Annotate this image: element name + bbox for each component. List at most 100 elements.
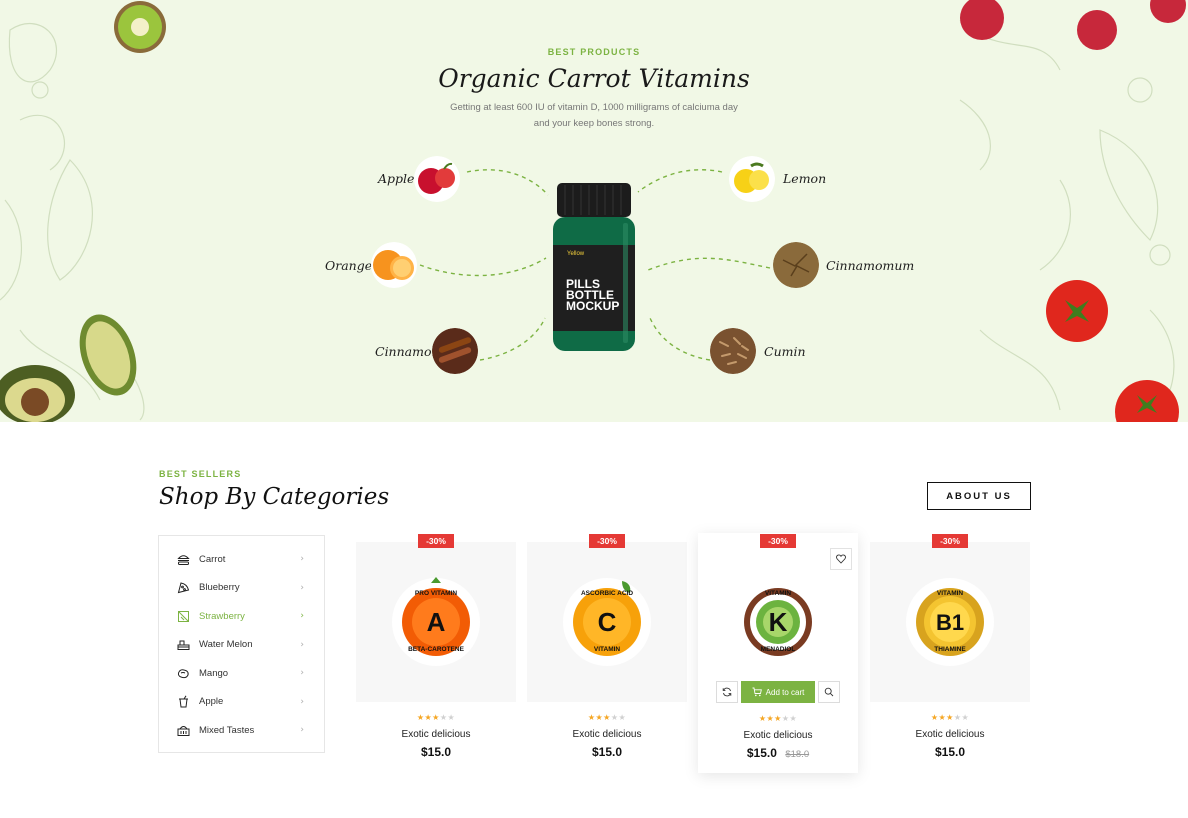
vitamin-label-top: PRO VITAMIN	[414, 590, 458, 597]
price-row: $15.0	[356, 743, 516, 761]
quick-view-button[interactable]	[818, 681, 840, 703]
discount-badge: -30%	[418, 534, 454, 548]
pizza-icon	[176, 581, 190, 595]
product-card[interactable]: -30% A PRO VITAMIN BETA-CAROTENE ★★★★★ E…	[356, 533, 516, 773]
category-item-carrot[interactable]: Carrot ›	[159, 545, 324, 574]
product-name[interactable]: Exotic delicious	[356, 729, 516, 740]
product-price: $15.0	[934, 745, 966, 759]
category-item-mango[interactable]: Mango ›	[159, 659, 324, 688]
product-price: $15.0	[746, 746, 777, 760]
product-card[interactable]: -30% C ASCORBIC ACID VITAMIN ★★★★★ Exoti…	[527, 533, 687, 773]
category-label: Blueberry	[199, 582, 240, 594]
vitamin-label-top: ASCORBIC ACID	[580, 590, 634, 597]
vitamin-letter: C	[597, 607, 617, 637]
cinnamon-icon	[432, 328, 478, 374]
category-item-mixed-tastes[interactable]: Mixed Tastes ›	[159, 716, 324, 745]
hero-eyebrow: BEST PRODUCTS	[547, 47, 641, 57]
compare-button[interactable]	[716, 681, 738, 703]
chevron-right-icon: ›	[300, 611, 304, 622]
vitamin-label-bottom: VITAMIN	[593, 646, 621, 653]
ingredient-label-cumin: Cumin	[764, 344, 806, 359]
product-price: $15.0	[591, 745, 623, 759]
cinnamomum-icon	[773, 242, 819, 288]
product-image[interactable]: A PRO VITAMIN BETA-CAROTENE	[356, 542, 516, 702]
product-actions: Add to cart	[716, 681, 840, 703]
ingredient-label-orange: Orange	[325, 258, 373, 273]
hero-title: Organic Carrot Vitamins	[438, 64, 750, 93]
ingredient-label-apple: Apple	[378, 171, 415, 186]
category-label: Mixed Tastes	[199, 724, 255, 736]
bottle-label: PILLS BOTTLE MOCKUP	[566, 278, 620, 313]
watermelon-icon	[176, 638, 190, 652]
hero-subtitle-line1: Getting at least 600 IU of vitamin D, 10…	[450, 102, 738, 113]
rating-stars: ★★★★★	[930, 713, 970, 722]
apple-icon	[414, 156, 460, 202]
ingredient-label-cinnamon: Cinnamon	[375, 344, 440, 359]
lemon-icon	[729, 156, 775, 202]
sellers-eyebrow: BEST SELLERS	[159, 469, 242, 479]
product-name[interactable]: Exotic delicious	[698, 730, 858, 741]
category-label: Mango	[199, 667, 229, 679]
section-title: Shop By Categories	[159, 484, 390, 510]
rating-stars: ★★★★★	[416, 713, 456, 722]
chevron-right-icon: ›	[300, 696, 304, 707]
product-name[interactable]: Exotic delicious	[870, 729, 1030, 740]
product-name[interactable]: Exotic delicious	[527, 729, 687, 740]
chevron-right-icon: ›	[300, 582, 304, 593]
refresh-icon	[722, 687, 732, 697]
orange-icon	[371, 242, 417, 288]
category-label: Apple	[199, 696, 224, 708]
cumin-icon	[710, 328, 756, 374]
discount-badge: -30%	[932, 534, 968, 548]
pill-bottle-image: Yellow PILLS BOTTLE MOCKUP	[553, 183, 635, 351]
discount-badge: -30%	[760, 534, 796, 548]
price-row: $15.0 $18.0	[698, 744, 858, 762]
drink-icon	[176, 695, 190, 709]
vitamin-label-bottom: THIAMINE	[934, 646, 966, 653]
vitamin-label-bottom: BETA-CAROTENE	[408, 646, 464, 653]
vitamin-label-top: VITAMIN	[936, 590, 964, 597]
search-icon	[824, 687, 834, 697]
category-label: Carrot	[199, 553, 226, 565]
category-item-water-melon[interactable]: Water Melon ›	[159, 631, 324, 660]
category-item-blueberry[interactable]: Blueberry ›	[159, 574, 324, 603]
bottle-brand: Yellow	[567, 251, 585, 257]
product-old-price: $18.0	[785, 749, 810, 760]
burger-icon	[176, 552, 190, 566]
chevron-right-icon: ›	[300, 725, 304, 736]
mango-icon	[176, 666, 190, 680]
product-price: $15.0	[420, 745, 452, 759]
rating-stars: ★★★★★	[587, 713, 627, 722]
add-to-cart-button[interactable]: Add to cart	[741, 681, 815, 703]
category-list: Carrot › Blueberry › Strawberry › Water …	[158, 535, 325, 753]
vitamin-letter: B1	[935, 610, 965, 635]
vitamin-letter: A	[426, 607, 446, 637]
product-image[interactable]: C ASCORBIC ACID VITAMIN	[527, 542, 687, 702]
wishlist-button[interactable]	[830, 548, 852, 570]
add-to-cart-label: Add to cart	[765, 687, 805, 697]
hero-subtitle-line2: and your keep bones strong.	[533, 118, 655, 129]
category-label: Strawberry	[199, 610, 245, 622]
price-row: $15.0	[870, 743, 1030, 761]
about-us-button[interactable]: ABOUT US	[927, 482, 1031, 510]
category-item-apple[interactable]: Apple ›	[159, 688, 324, 717]
chevron-right-icon: ›	[300, 639, 304, 650]
hero-subtitle: Getting at least 600 IU of vitamin D, 10…	[444, 100, 744, 132]
price-row: $15.0	[527, 743, 687, 761]
discount-badge: -30%	[589, 534, 625, 548]
chevron-right-icon: ›	[300, 554, 304, 565]
category-item-strawberry[interactable]: Strawberry ›	[159, 602, 324, 631]
vitamin-letter: K	[768, 607, 788, 637]
rating-stars: ★★★★★	[758, 714, 798, 723]
ingredient-label-cinnamomum: Cinnamomum	[826, 258, 915, 273]
product-image[interactable]: B1 VITAMIN THIAMINE	[870, 542, 1030, 702]
cart-icon	[752, 687, 762, 697]
heart-icon	[836, 554, 846, 564]
chevron-right-icon: ›	[300, 668, 304, 679]
bottle-label-line3: MOCKUP	[566, 299, 620, 313]
product-card[interactable]: -30% B1 VITAMIN THIAMINE ★★★★★ Exotic de…	[870, 533, 1030, 773]
leaf-icon	[176, 609, 190, 623]
basket-icon	[176, 723, 190, 737]
hero-section: BEST PRODUCTS Organic Carrot Vitamins Ge…	[0, 0, 1188, 422]
product-card-hovered[interactable]: -30% K VITAMIN MENADIOL Add to cart ★★★★…	[698, 533, 858, 773]
